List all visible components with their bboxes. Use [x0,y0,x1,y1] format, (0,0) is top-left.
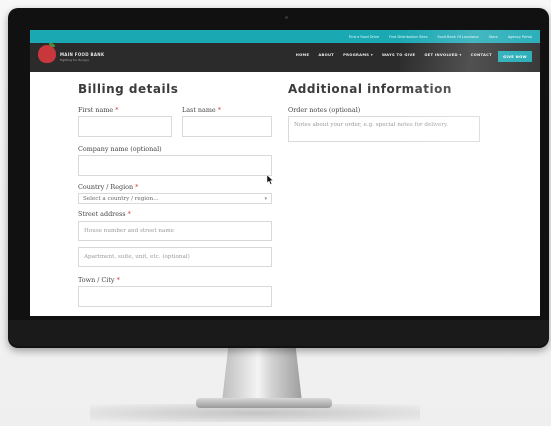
screen: Find a Food Drive Find Distribution Site… [30,30,540,316]
town-label: Town / City * [78,276,120,284]
utility-link[interactable]: Food Bank Of Louisiana [438,35,479,39]
logo-title[interactable]: MAIN FOOD BANK [60,52,104,57]
street-address-2-input[interactable]: Apartment, suite, unit, etc. (optional) [78,247,272,267]
logo-tagline: Fighting for Hungry [60,58,89,62]
nav-item-get-involved[interactable]: GET INVOLVED ▾ [424,53,461,57]
primary-nav: HOME ABOUT PROGRAMS ▾ WAYS TO GIVE GET I… [296,53,492,57]
town-input[interactable] [78,286,272,307]
camera-icon [285,16,288,19]
first-name-input[interactable] [78,116,172,137]
utility-link[interactable]: Agency Portal [508,35,532,39]
additional-info-title: Additional information [288,82,452,96]
give-now-button[interactable]: GIVE NOW [498,51,532,62]
company-label: Company name (optional) [78,145,162,153]
mouse-pointer-icon [266,170,274,189]
billing-title: Billing details [78,82,179,96]
utility-link[interactable]: Store [489,35,498,39]
utility-link[interactable]: Find a Food Drive [349,35,379,39]
checkout-content: Billing details First name * Last name *… [30,72,540,316]
chevron-down-icon: ▾ [264,195,267,202]
last-name-label: Last name * [182,106,221,114]
street-address-1-input[interactable]: House number and street name [78,221,272,241]
main-navbar: MAIN FOOD BANK Fighting for Hungry HOME … [30,43,540,72]
monitor-base [196,398,332,408]
country-label: Country / Region * [78,183,139,191]
utility-bar: Find a Food Drive Find Distribution Site… [30,30,540,43]
last-name-input[interactable] [182,116,272,137]
country-select[interactable]: Select a country / region… ▾ [78,193,272,204]
nav-item-contact[interactable]: CONTACT [471,53,492,57]
monitor-chin [8,320,549,346]
first-name-label: First name * [78,106,119,114]
order-notes-label: Order notes (optional) [288,106,361,114]
monitor-stand [222,346,302,402]
company-input[interactable] [78,155,272,176]
country-select-value: Select a country / region… [83,195,159,202]
apple-logo-icon[interactable] [38,45,56,63]
street-label: Street address * [78,210,131,218]
order-notes-textarea[interactable]: Notes about your order, e.g. special not… [288,116,480,142]
nav-item-ways-to-give[interactable]: WAYS TO GIVE [382,53,415,57]
utility-link[interactable]: Find Distribution Sites [389,35,427,39]
nav-item-about[interactable]: ABOUT [318,53,334,57]
nav-item-programs[interactable]: PROGRAMS ▾ [343,53,373,57]
nav-item-home[interactable]: HOME [296,53,310,57]
